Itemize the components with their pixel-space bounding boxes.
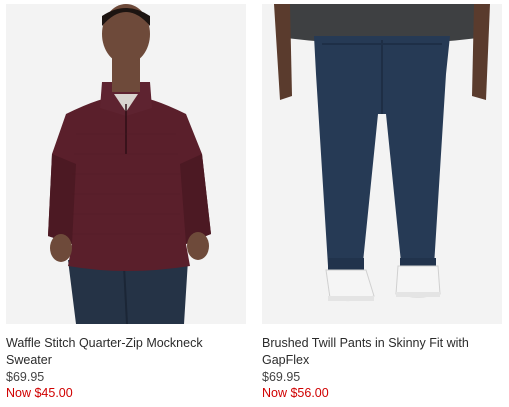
product-price: $69.95 (6, 370, 45, 384)
product-sale-price: Now $56.00 (262, 386, 329, 400)
product-title[interactable]: Brushed Twill Pants in Skinny Fit with G… (262, 335, 498, 369)
product-price: $69.95 (262, 370, 301, 384)
product-card: Brushed Twill Pants in Skinny Fit with G… (262, 4, 502, 401)
product-sale-price: Now $45.00 (6, 386, 73, 400)
product-title[interactable]: Waffle Stitch Quarter-Zip Mockneck Sweat… (6, 335, 242, 369)
product-image-sweater[interactable] (6, 4, 246, 324)
product-card: Waffle Stitch Quarter-Zip Mockneck Sweat… (6, 4, 246, 401)
product-image-pants[interactable] (262, 4, 502, 324)
product-grid: Waffle Stitch Quarter-Zip Mockneck Sweat… (0, 0, 509, 407)
